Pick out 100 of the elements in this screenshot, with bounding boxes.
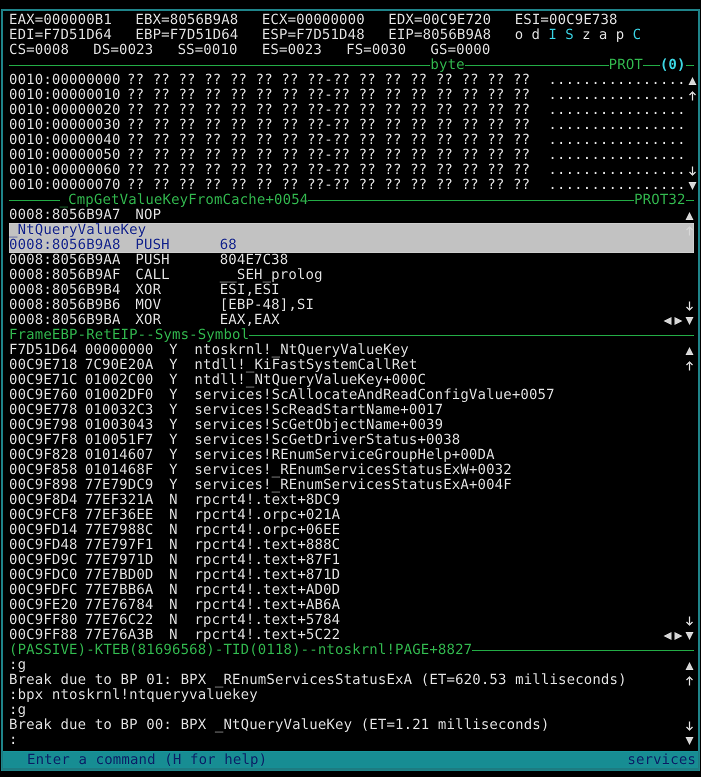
scroll-down-icon[interactable] [685,736,694,746]
page-down-icon[interactable] [688,166,697,176]
page-down-icon[interactable] [685,300,694,310]
segment-register: CS=0008 [9,42,70,58]
return-address: 77E7988C [84,522,154,538]
memory-address: 0010:00000000 [9,72,121,88]
page-down-icon[interactable] [685,616,694,626]
segment-register: SS=0010 [178,42,238,58]
mnemonic: PUSH [135,252,170,268]
stack-symbol: services!ScReadStartName+0017 [194,403,444,418]
flag-letter: S [565,28,575,43]
stack-symbol: ntdll!_KiFastSystemCallRet [194,358,418,373]
code-line[interactable]: 0008:8056B9AF CALL __SEH_prolog [9,268,694,283]
register-value: EAX=000000B1 [9,12,112,28]
ascii-dump: ................ [548,73,686,88]
return-address: 77E79DC9 [84,477,154,493]
symbols-loaded-text: N [169,507,178,523]
page-up-icon[interactable] [688,90,697,100]
flag-letter: p [616,28,626,43]
ascii-dump: ................ [548,118,686,133]
memory-address: 0010:00000070 [9,177,121,193]
stack-symbol: services!ScAllocateAndReadConfigValue+0057 [194,388,555,403]
segment-register: DS=0023 [93,42,154,58]
symbols-loaded-text: N [169,537,178,553]
page-up-icon[interactable] [685,676,694,686]
stack-symbol: rpcrt4!.orpc+06EE [194,523,340,538]
scroll-up-icon[interactable] [685,660,694,670]
ascii-dump: ................ [548,133,686,148]
register-value: ESP=F7D51D48 [262,27,365,43]
scroll-left-icon[interactable] [663,630,672,640]
console-line: :bpx ntoskrnl!ntqueryvaluekey [9,688,258,703]
return-address: 01002DF0 [84,387,154,403]
stack-symbol: services!ScGetDriverStatus+0038 [194,433,460,448]
frame-address: 00C9E760 [9,387,78,403]
frame-address: 00C9F828 [9,447,78,463]
scroll-up-icon[interactable] [685,210,694,220]
scroll-down-icon[interactable] [685,316,694,326]
hex-bytes: ?? ?? ?? ?? ?? ?? ?? ??-?? ?? ?? ?? ?? ?? ?? ?? [127,117,530,133]
ascii-dump: ................ [548,88,686,103]
frame-address: 00C9FD48 [9,537,78,553]
symbols-loaded-text: N [169,627,178,643]
mnemonic: NOP [135,207,162,223]
symbols-loaded-text: Y [169,372,178,388]
stack-symbol: services!_REnumServicesStatusExW+0032 [194,463,512,478]
scroll-up-icon[interactable] [688,76,697,86]
stack-symbol: rpcrt4!.text+8DC9 [194,493,340,508]
return-address: 7C90E20A [84,357,154,373]
return-address: 010032C3 [84,402,154,418]
panel-title: (0) [660,58,686,73]
stack-symbol: rpcrt4!.text+AB6A [194,598,340,613]
hex-bytes: ?? ?? ?? ?? ?? ?? ?? ??-?? ?? ?? ?? ?? ?? ?? ?? [127,177,530,193]
return-address: 77E76A3B [84,627,154,643]
return-address: 0101468F [84,462,154,478]
scroll-right-icon[interactable] [674,630,683,640]
frame-address: 00C9F7F8 [9,432,78,448]
operands: __SEH_prolog [220,268,323,283]
frame-address: 00C9FF88 [9,627,78,643]
operands: 804E7C38 [220,253,288,268]
frame-address: 00C9FD9C [9,552,78,568]
scroll-up-icon[interactable] [685,346,694,356]
return-address: 77E76784 [84,597,154,613]
flag-letter: d [532,28,542,43]
frame-address: 00C9FE20 [9,597,78,613]
code-address: 0008:8056B9A8 [9,237,121,253]
frame-address: F7D51D64 [9,342,78,358]
scroll-left-icon[interactable] [663,316,672,326]
hex-bytes: ?? ?? ?? ?? ?? ?? ?? ??-?? ?? ?? ?? ?? ?? ?? ?? [127,132,530,148]
stack-symbol: ntoskrnl!_NtQueryValueKey [194,343,409,358]
symbols-loaded-text: N [169,582,178,598]
memory-address: 0010:00000030 [9,117,121,133]
scroll-down-icon[interactable] [688,180,697,190]
code-line[interactable]: 0008:8056B9BA XOR EAX,EAX [9,313,694,328]
hex-bytes: ?? ?? ?? ?? ?? ?? ?? ??-?? ?? ?? ?? ?? ?? ?? ?? [127,102,530,118]
ascii-dump: ................ [548,163,686,178]
scroll-down-icon[interactable] [685,630,694,640]
frame-address: 00C9FDC0 [9,567,78,583]
code-address: 0008:8056B9AA [9,252,121,268]
frame-address: 00C9FDFC [9,582,78,598]
flag-letter: z [582,28,592,43]
code-address: 0008:8056B9BA [9,312,121,328]
page-up-icon[interactable] [685,360,694,370]
panel-title: PROT [608,58,643,73]
code-line[interactable]: 0008:8056B9A7 NOP [9,208,694,223]
symbols-loaded-text: Y [169,432,178,448]
code-line[interactable]: 0008:8056B9B4 XOR ESI,ESI [9,283,694,298]
memory-address: 0010:00000020 [9,102,121,118]
stack-symbol: rpcrt4!.text+5784 [194,613,340,628]
segment-register: ES=0023 [262,42,322,58]
code-line[interactable]: 0008:8056B9AA PUSH 804E7C38 [9,253,694,268]
scroll-right-icon[interactable] [674,316,683,326]
mnemonic: MOV [135,297,162,313]
page-down-icon[interactable] [685,720,694,730]
frame-address: 00C9E798 [9,417,78,433]
code-line[interactable]: 0008:8056B9B6 MOV [EBP-48],SI [9,298,694,313]
panel-title: PROT32 [634,193,686,208]
stack-symbol: rpcrt4!.text+87F1 [194,553,340,568]
hex-bytes: ?? ?? ?? ?? ?? ?? ?? ??-?? ?? ?? ?? ?? ?? ?? ?? [127,87,530,103]
code-address: 0008:8056B9B6 [9,297,121,313]
module-name: services [627,752,696,768]
memory-address: 0010:00000010 [9,87,121,103]
